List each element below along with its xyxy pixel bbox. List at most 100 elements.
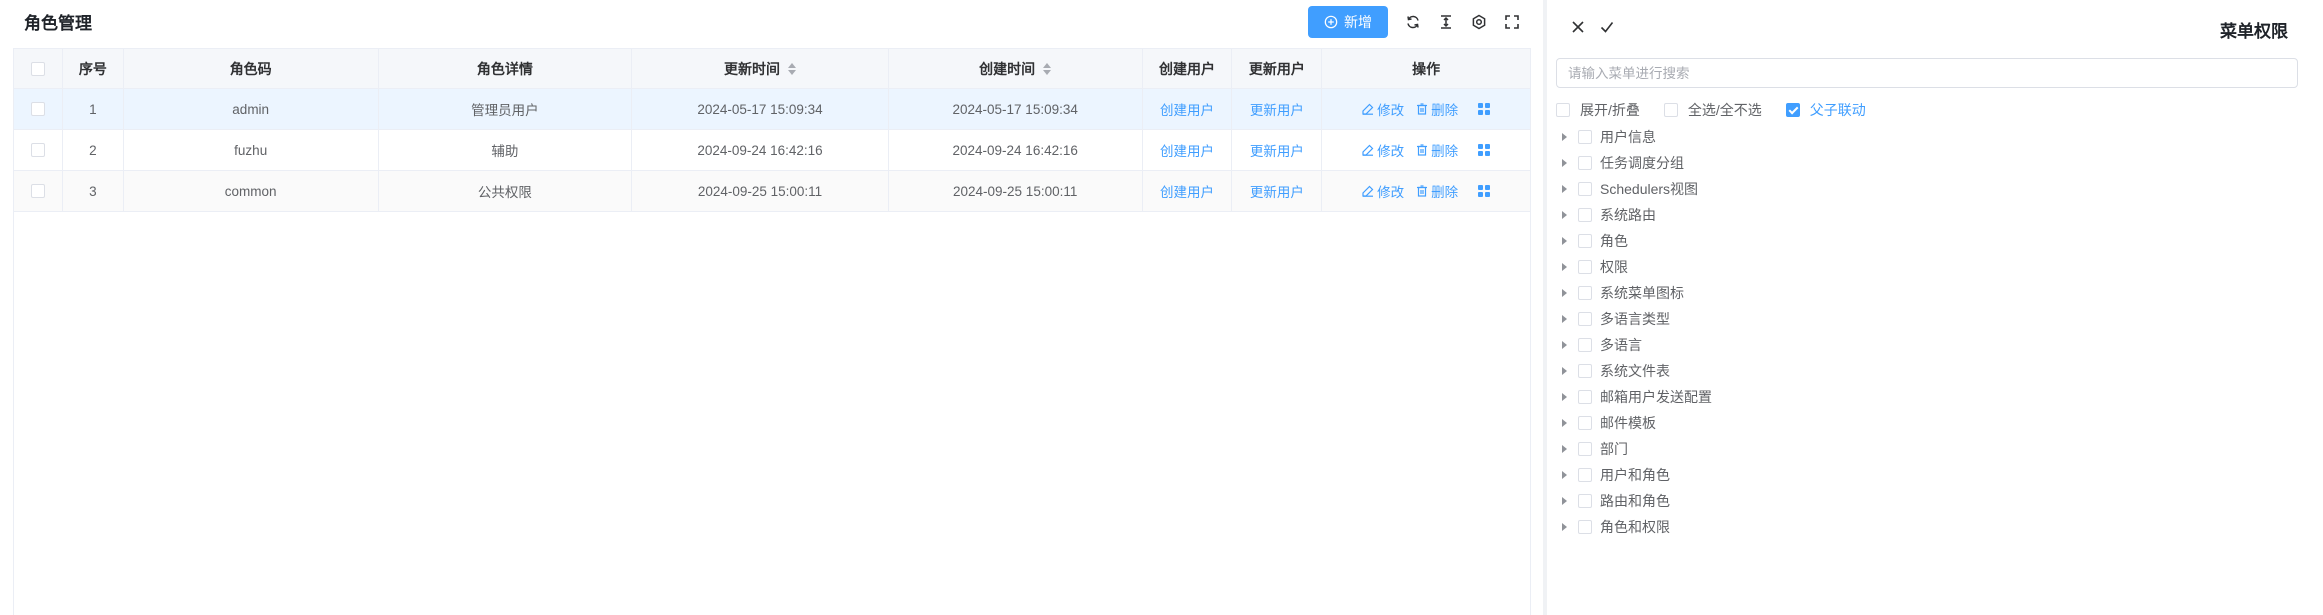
update-user-link[interactable]: 更新用户: [1250, 99, 1304, 119]
delete-button[interactable]: 删除: [1416, 99, 1458, 119]
row-updated-time: 2024-09-24 16:42:16: [632, 130, 889, 170]
column-header-updated[interactable]: 更新时间: [632, 49, 889, 88]
caret-right-icon[interactable]: [1562, 159, 1567, 167]
trash-icon: [1417, 185, 1428, 197]
refresh-button[interactable]: [1403, 12, 1423, 32]
tree-node[interactable]: Schedulers视图: [1562, 176, 1712, 202]
sort-icon[interactable]: [1043, 62, 1052, 75]
tree-node-checkbox[interactable]: [1578, 130, 1592, 144]
caret-right-icon[interactable]: [1562, 393, 1567, 401]
parent-child-linkage-checkbox[interactable]: 父子联动: [1785, 100, 1866, 120]
edit-button[interactable]: 修改: [1362, 181, 1404, 201]
tree-node-checkbox[interactable]: [1578, 312, 1592, 326]
column-header-code: 角色码: [124, 49, 379, 88]
tree-node[interactable]: 系统菜单图标: [1562, 280, 1712, 306]
check-icon[interactable]: [1599, 19, 1615, 35]
tree-node[interactable]: 部门: [1562, 436, 1712, 462]
edit-icon: [1362, 103, 1374, 115]
tree-node-checkbox[interactable]: [1578, 234, 1592, 248]
tree-node-checkbox[interactable]: [1578, 208, 1592, 222]
tree-node[interactable]: 邮件模板: [1562, 410, 1712, 436]
caret-right-icon[interactable]: [1562, 445, 1567, 453]
tree-node[interactable]: 权限: [1562, 254, 1712, 280]
add-button-label: 新增: [1344, 14, 1372, 30]
tree-node-checkbox[interactable]: [1578, 286, 1592, 300]
tree-node-checkbox[interactable]: [1578, 364, 1592, 378]
tree-node-checkbox[interactable]: [1578, 468, 1592, 482]
row-checkbox[interactable]: [30, 184, 45, 198]
tree-node[interactable]: 角色: [1562, 228, 1712, 254]
menu-permission-icon[interactable]: [1478, 103, 1491, 115]
edit-icon: [1362, 144, 1374, 156]
fullscreen-button[interactable]: [1502, 12, 1522, 32]
create-user-link[interactable]: 创建用户: [1160, 99, 1214, 119]
row-checkbox[interactable]: [30, 143, 45, 157]
caret-right-icon[interactable]: [1562, 211, 1567, 219]
caret-right-icon[interactable]: [1562, 133, 1567, 141]
trash-icon: [1417, 103, 1428, 115]
row-created-time: 2024-09-24 16:42:16: [889, 130, 1143, 170]
menu-permission-drawer: 菜单权限 展开/折叠 全选/全不选 父子联动 用户信息 任务调度分组 Sched…: [1547, 0, 2323, 615]
caret-right-icon[interactable]: [1562, 497, 1567, 505]
column-header-created[interactable]: 创建时间: [889, 49, 1143, 88]
table-row[interactable]: 2 fuzhu 辅助 2024-09-24 16:42:16 2024-09-2…: [14, 130, 1530, 171]
caret-right-icon[interactable]: [1562, 471, 1567, 479]
tree-node[interactable]: 路由和角色: [1562, 488, 1712, 514]
plus-circle-icon: [1324, 15, 1338, 29]
caret-right-icon[interactable]: [1562, 341, 1567, 349]
add-role-button[interactable]: 新增: [1308, 6, 1388, 38]
caret-right-icon[interactable]: [1562, 523, 1567, 531]
tree-node[interactable]: 多语言类型: [1562, 306, 1712, 332]
tree-node-checkbox[interactable]: [1578, 182, 1592, 196]
tree-node[interactable]: 角色和权限: [1562, 514, 1712, 540]
menu-permission-icon[interactable]: [1478, 144, 1491, 156]
expand-collapse-checkbox[interactable]: 展开/折叠: [1556, 100, 1640, 120]
tree-node-checkbox[interactable]: [1578, 494, 1592, 508]
refresh-icon: [1407, 15, 1419, 29]
menu-search-input[interactable]: [1556, 58, 2298, 88]
column-header-actions: 操作: [1412, 60, 1441, 77]
delete-button[interactable]: 删除: [1416, 181, 1458, 201]
row-detail: 辅助: [379, 130, 633, 170]
create-user-link[interactable]: 创建用户: [1160, 181, 1214, 201]
update-user-link[interactable]: 更新用户: [1250, 181, 1304, 201]
column-settings-button[interactable]: [1469, 12, 1489, 32]
table-row[interactable]: 1 admin 管理员用户 2024-05-17 15:09:34 2024-0…: [14, 89, 1530, 130]
tree-node-checkbox[interactable]: [1578, 156, 1592, 170]
caret-right-icon[interactable]: [1562, 263, 1567, 271]
caret-right-icon[interactable]: [1562, 419, 1567, 427]
tree-node-checkbox[interactable]: [1578, 416, 1592, 430]
select-all-none-checkbox[interactable]: 全选/全不选: [1663, 100, 1762, 120]
tree-node-checkbox[interactable]: [1578, 520, 1592, 534]
caret-right-icon[interactable]: [1562, 185, 1567, 193]
tree-node-checkbox[interactable]: [1578, 390, 1592, 404]
tree-node-checkbox[interactable]: [1578, 442, 1592, 456]
caret-right-icon[interactable]: [1562, 367, 1567, 375]
edit-button[interactable]: 修改: [1362, 140, 1404, 160]
caret-right-icon[interactable]: [1562, 315, 1567, 323]
create-user-link[interactable]: 创建用户: [1160, 140, 1214, 160]
tree-node[interactable]: 系统文件表: [1562, 358, 1712, 384]
table-row[interactable]: 3 common 公共权限 2024-09-25 15:00:11 2024-0…: [14, 171, 1530, 212]
row-checkbox[interactable]: [30, 102, 45, 116]
close-icon[interactable]: [1570, 19, 1586, 35]
tree-node-checkbox[interactable]: [1578, 260, 1592, 274]
tree-node[interactable]: 邮箱用户发送配置: [1562, 384, 1712, 410]
role-management-panel: 角色管理 新增 序号 角色码 角色详情 更新时间 创建时间 创建用户 更新用户 …: [0, 0, 1543, 615]
select-all-checkbox[interactable]: [30, 61, 45, 76]
tree-node[interactable]: 系统路由: [1562, 202, 1712, 228]
delete-button[interactable]: 删除: [1416, 140, 1458, 160]
sort-icon[interactable]: [788, 62, 797, 75]
edit-button[interactable]: 修改: [1362, 99, 1404, 119]
caret-right-icon[interactable]: [1562, 237, 1567, 245]
tree-node[interactable]: 用户信息: [1562, 124, 1712, 150]
menu-permission-icon[interactable]: [1478, 185, 1491, 197]
tree-node-checkbox[interactable]: [1578, 338, 1592, 352]
density-button[interactable]: [1436, 12, 1456, 32]
caret-right-icon[interactable]: [1562, 289, 1567, 297]
tree-node[interactable]: 用户和角色: [1562, 462, 1712, 488]
update-user-link[interactable]: 更新用户: [1250, 140, 1304, 160]
tree-node[interactable]: 多语言: [1562, 332, 1712, 358]
row-updated-time: 2024-05-17 15:09:34: [632, 89, 889, 129]
tree-node[interactable]: 任务调度分组: [1562, 150, 1712, 176]
